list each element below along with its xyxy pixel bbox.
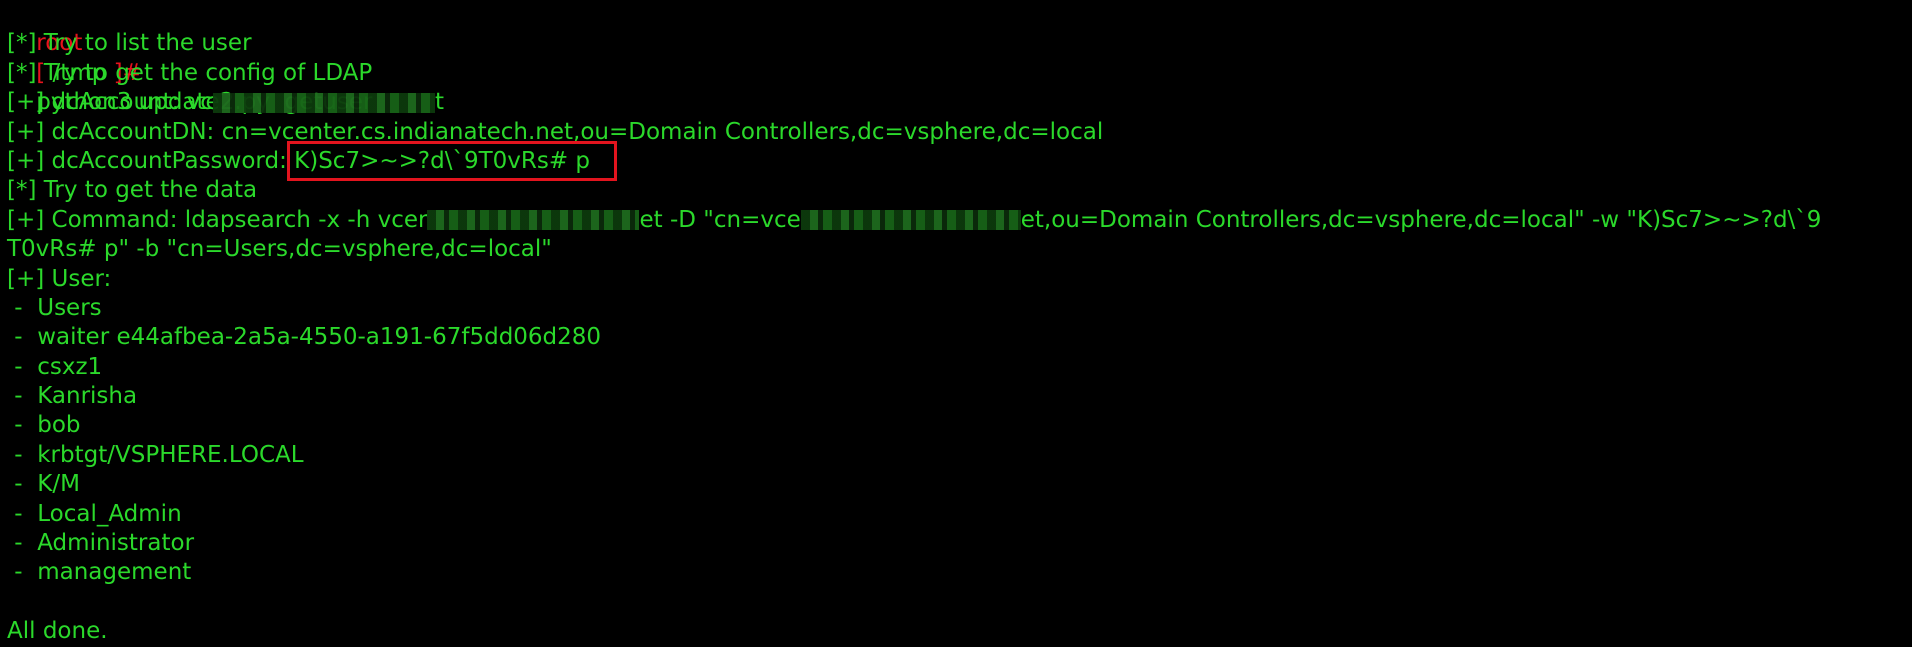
command-line: [+] Command: ldapsearch -x -h vcer et -D …	[7, 206, 1912, 235]
user-list-item: - Kanrisha	[7, 383, 138, 410]
user-header: [+] User:	[7, 265, 112, 292]
redaction-block	[800, 210, 1021, 231]
output-line: [*] Try to list the user	[7, 30, 252, 57]
user-list-item: - krbtgt/VSPHERE.LOCAL	[7, 441, 304, 468]
command-line-wrap: T0vRs# p" -b "cn=Users,dc=vsphere,dc=loc…	[7, 236, 552, 263]
command-part: [+] Command: ldapsearch -x -h vcer	[7, 206, 428, 233]
user-list-item: - waiter e44afbea-2a5a-4550-a191-67f5dd0…	[7, 324, 602, 351]
redaction-block	[212, 92, 435, 113]
user-list-item: - Local_Admin	[7, 500, 182, 527]
dc-password-label: [+] dcAccountPassword:	[7, 147, 295, 174]
done-message: All done.	[7, 618, 108, 645]
prompt-line: root [ /tmp ]# python3 update2.py getuse…	[7, 0, 1912, 115]
user-list-item: - Administrator	[7, 530, 195, 557]
user-list-item: - management	[7, 559, 192, 586]
dc-account-suffix: t	[434, 89, 444, 116]
dc-account-line: [+] dcAccount: vc t	[7, 88, 1912, 117]
terminal-window[interactable]: root [ /tmp ]# python3 update2.py getuse…	[0, 0, 1912, 644]
dc-account-prefix: [+] dcAccount: vc	[7, 89, 213, 116]
output-line: [*] Try to get the config of LDAP	[7, 59, 373, 86]
redaction-block	[427, 210, 640, 231]
user-list-item: - bob	[7, 412, 81, 439]
command-part: et,ou=Domain Controllers,dc=vsphere,dc=l…	[1020, 206, 1822, 233]
password-highlight-box	[287, 141, 617, 181]
user-list-item: - csxz1	[7, 353, 103, 380]
user-list-item: - K/M	[7, 471, 80, 498]
user-list-item: - Users	[7, 294, 102, 321]
command-part: et -D "cn=vce	[639, 206, 801, 233]
